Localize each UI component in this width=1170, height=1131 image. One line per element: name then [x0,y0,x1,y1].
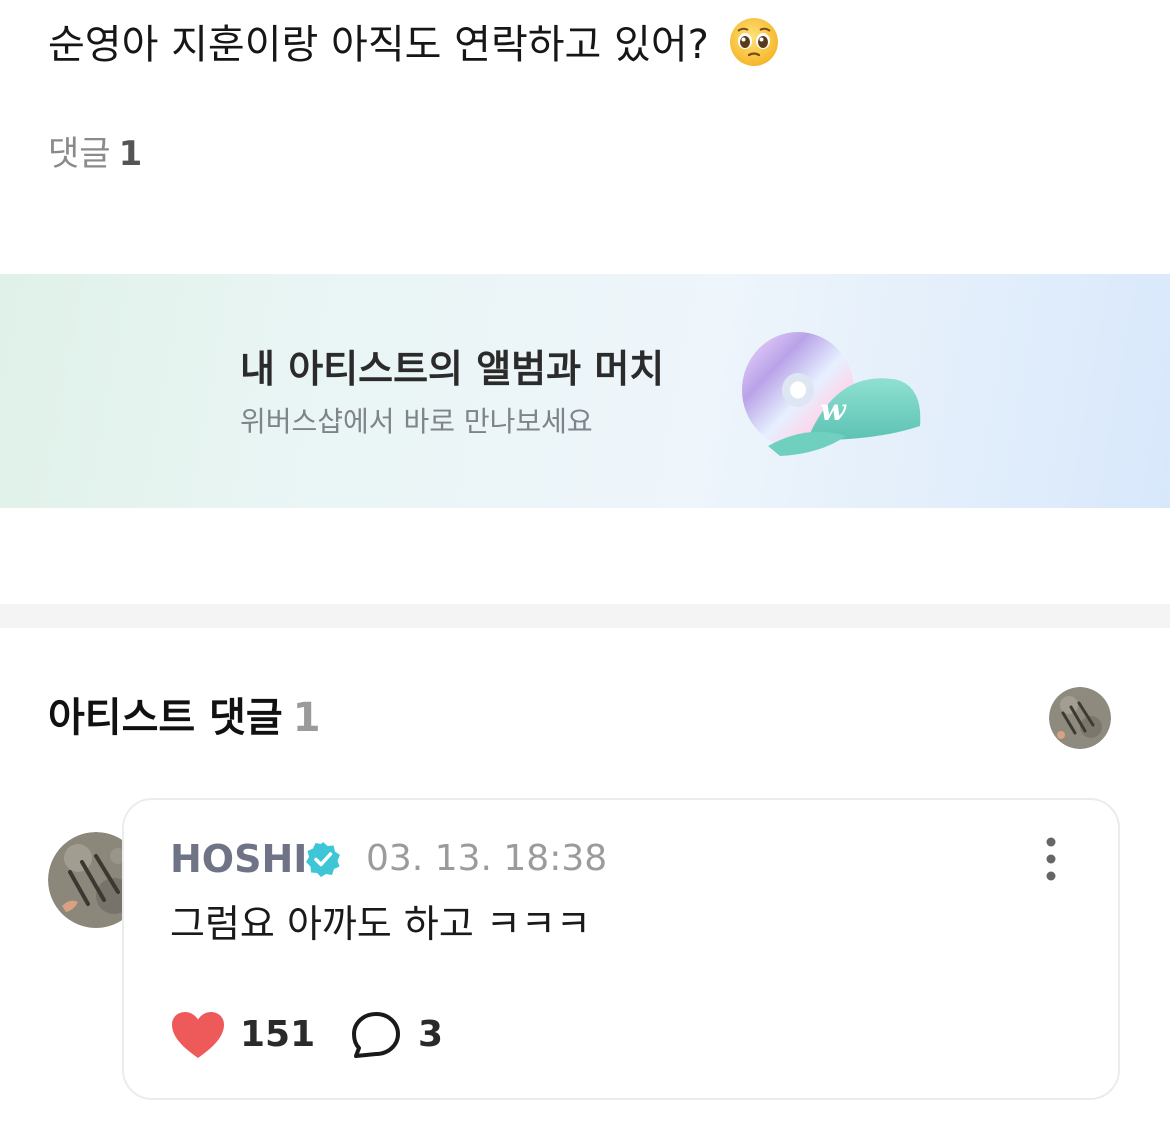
cd-and-cap-icon: w [742,332,921,456]
verified-badge-icon [306,842,340,877]
comment-count[interactable]: 댓글 1 [48,132,142,176]
post-text-content: 순영아 지훈이랑 아직도 연락하고 있어? [48,22,709,68]
post-text: 순영아 지훈이랑 아직도 연락하고 있어? [48,16,780,73]
artist-comments-title: 아티스트 댓글 [48,695,283,741]
reply-count: 3 [418,1014,444,1055]
reply-bubble-icon[interactable] [350,1010,402,1062]
comment-timestamp: 03. 13. 18:38 [366,838,608,879]
heart-icon[interactable] [170,1010,226,1060]
more-options-icon[interactable] [1036,836,1066,882]
comment-author[interactable]: HOSHI [170,836,307,882]
svg-text:w: w [820,393,847,428]
pleading-face-emoji-icon [729,18,778,66]
comment-count-number: 1 [118,134,143,174]
artist-avatar-small[interactable] [1049,687,1111,749]
artist-comment-card: HOSHI 03. 13. 18:38 그럼요 아까도 하고 ㅋㅋㅋ 151 3 [122,798,1120,1100]
banner-subtitle: 위버스샵에서 바로 만나보세요 [240,405,593,438]
artist-comments-count: 1 [292,695,321,741]
comment-count-label: 댓글 [48,134,111,174]
comment-text: 그럼요 아까도 하고 ㅋㅋㅋ [170,902,591,946]
artist-comments-heading: 아티스트 댓글 1 [48,690,321,746]
section-divider [0,604,1170,628]
banner-title: 내 아티스트의 앨범과 머치 [240,347,665,391]
like-count: 151 [240,1014,316,1055]
weverse-shop-banner[interactable]: 내 아티스트의 앨범과 머치 위버스샵에서 바로 만나보세요 w [0,274,1170,508]
